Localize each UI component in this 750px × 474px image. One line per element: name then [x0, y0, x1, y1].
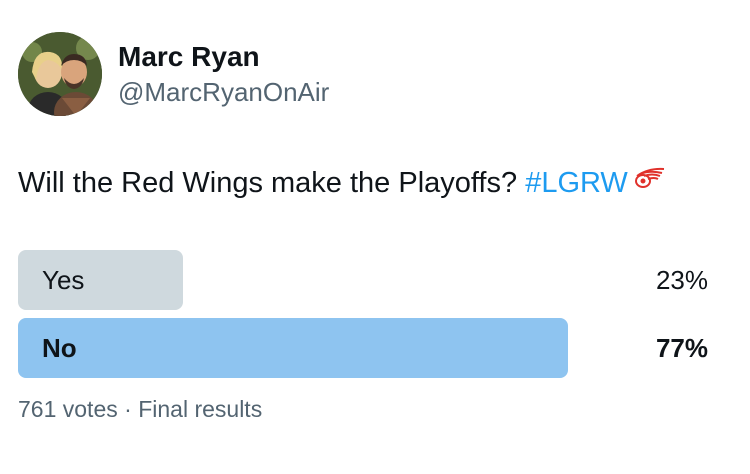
poll-option-percent: 77% — [655, 333, 708, 363]
vote-count: 761 votes — [18, 396, 118, 422]
separator-dot: · — [124, 396, 132, 422]
poll-option-percent: 23% — [655, 265, 708, 295]
avatar[interactable] — [18, 32, 102, 116]
poll-status: Final results — [138, 396, 263, 422]
avatar-photo — [18, 32, 102, 116]
poll-option-yes: Yes 23% — [18, 250, 718, 310]
red-wings-logo-icon — [632, 162, 666, 200]
display-name[interactable]: Marc Ryan — [118, 40, 260, 74]
user-handle[interactable]: @MarcRyanOnAir — [118, 76, 329, 108]
tweet-body: Will the Red Wings make the Playoffs? — [18, 167, 526, 199]
poll-option-label: Yes — [42, 265, 85, 295]
poll-footer: 761 votes · Final results — [18, 394, 262, 424]
tweet-text: Will the Red Wings make the Playoffs? #L… — [18, 164, 666, 202]
poll-bar-no — [18, 318, 568, 378]
tweet-card: Marc Ryan @MarcRyanOnAir Will the Red Wi… — [0, 0, 750, 474]
poll-option-label: No — [42, 333, 77, 363]
poll-option-no: No 77% — [18, 318, 718, 378]
hashtag-link[interactable]: #LGRW — [525, 167, 628, 199]
